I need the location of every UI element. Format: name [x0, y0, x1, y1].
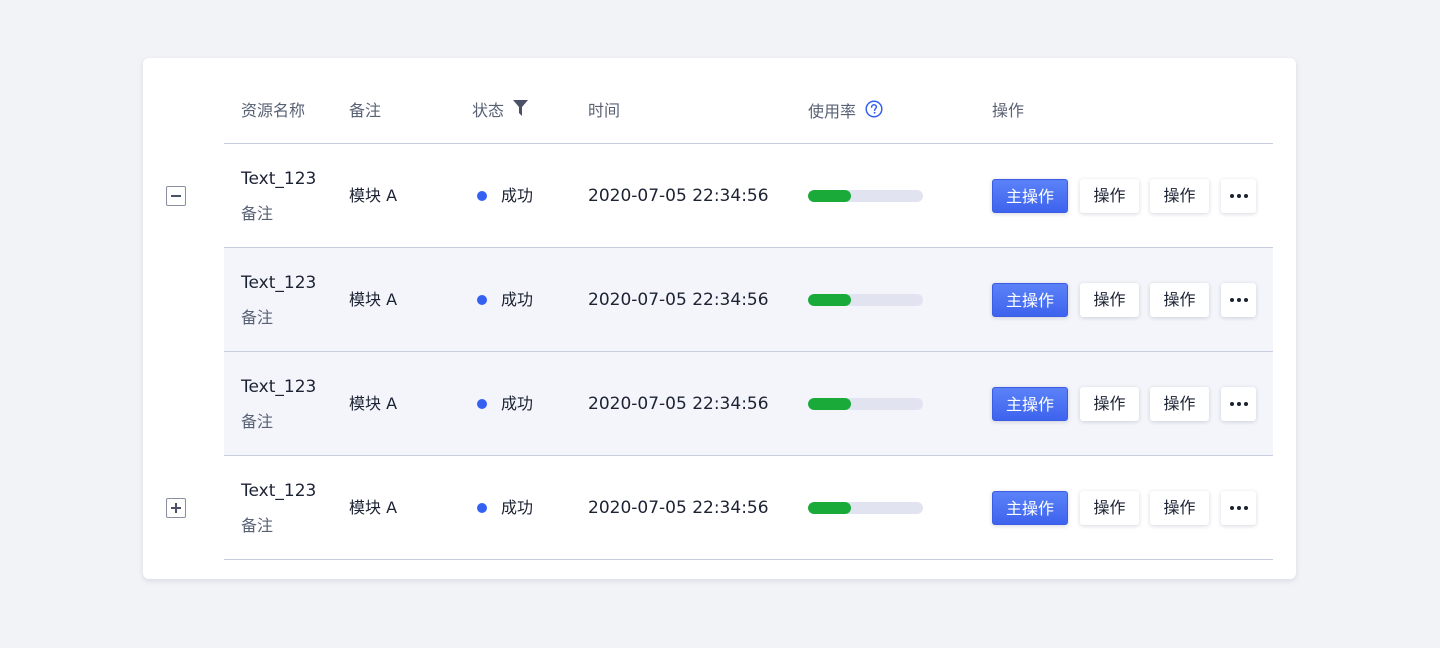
- resource-remark: 备注: [241, 308, 274, 327]
- action-button[interactable]: 操作: [1080, 491, 1139, 525]
- more-dot: [1243, 298, 1248, 302]
- column-header-note: 备注: [349, 101, 382, 120]
- module-cell: 模块 A: [349, 498, 398, 517]
- usage-bar: [808, 398, 923, 410]
- more-dot: [1243, 506, 1248, 510]
- usage-bar-fill: [808, 190, 851, 202]
- more-actions-button[interactable]: [1221, 491, 1256, 525]
- action-button[interactable]: 操作: [1080, 179, 1139, 213]
- column-header-usage: 使用率: [808, 100, 883, 124]
- column-header-status: 状态: [472, 100, 529, 122]
- usage-bar-fill: [808, 294, 851, 306]
- table-row: Text_123 备注 模块 A 成功 2020-07-05 22:34:56 …: [166, 144, 1273, 248]
- usage-bar: [808, 190, 923, 202]
- usage-bar: [808, 294, 923, 306]
- status-cell: 成功: [477, 289, 533, 311]
- primary-action-button[interactable]: 主操作: [992, 491, 1068, 525]
- status-label: 成功: [501, 186, 534, 205]
- resource-remark: 备注: [241, 516, 274, 535]
- resource-remark: 备注: [241, 412, 274, 431]
- primary-action-button[interactable]: 主操作: [992, 179, 1068, 213]
- action-button[interactable]: 操作: [1150, 283, 1209, 317]
- status-dot: [477, 503, 487, 513]
- more-dot: [1243, 194, 1248, 198]
- minus-square-icon: [171, 195, 181, 197]
- table-row: Text_123 备注 模块 A 成功 2020-07-05 22:34:56 …: [224, 248, 1273, 352]
- status-dot: [477, 191, 487, 201]
- filter-icon[interactable]: [513, 100, 529, 122]
- more-horizontal-icon: [1229, 298, 1234, 302]
- status-label: 成功: [501, 498, 534, 517]
- more-horizontal-icon: [1229, 402, 1234, 406]
- action-button[interactable]: 操作: [1150, 387, 1209, 421]
- plus-vertical-stroke: [175, 503, 177, 513]
- resource-table: 资源名称 备注 状态 时间 使用率 操作 Text_123 备注 模块 A 成功…: [166, 58, 1273, 560]
- status-dot: [477, 295, 487, 305]
- expand-row-button[interactable]: [166, 498, 186, 518]
- status-label: 成功: [501, 394, 534, 413]
- time-cell: 2020-07-05 22:34:56: [588, 186, 769, 206]
- status-label: 成功: [501, 290, 534, 309]
- action-button[interactable]: 操作: [1150, 491, 1209, 525]
- primary-action-button[interactable]: 主操作: [992, 283, 1068, 317]
- more-horizontal-icon: [1229, 506, 1234, 510]
- module-cell: 模块 A: [349, 394, 398, 413]
- column-header-time: 时间: [588, 101, 621, 120]
- table-row: Text_123 备注 模块 A 成功 2020-07-05 22:34:56 …: [166, 456, 1273, 560]
- more-horizontal-icon: [1229, 194, 1234, 198]
- collapse-row-button[interactable]: [166, 186, 186, 206]
- resource-table-card: 资源名称 备注 状态 时间 使用率 操作 Text_123 备注 模块 A 成功…: [143, 58, 1296, 579]
- status-cell: 成功: [477, 185, 533, 207]
- resource-remark: 备注: [241, 204, 274, 223]
- usage-bar-fill: [808, 502, 851, 514]
- module-cell: 模块 A: [349, 290, 398, 309]
- table-header: 资源名称 备注 状态 时间 使用率 操作: [224, 58, 1273, 144]
- action-button[interactable]: 操作: [1150, 179, 1209, 213]
- more-dot: [1236, 194, 1241, 198]
- resource-name: Text_123: [241, 169, 317, 189]
- status-cell: 成功: [477, 393, 533, 415]
- more-actions-button[interactable]: [1221, 283, 1256, 317]
- time-cell: 2020-07-05 22:34:56: [588, 290, 769, 310]
- more-actions-button[interactable]: [1221, 179, 1256, 213]
- resource-name: Text_123: [241, 377, 317, 397]
- status-cell: 成功: [477, 497, 533, 519]
- primary-action-button[interactable]: 主操作: [992, 387, 1068, 421]
- action-button[interactable]: 操作: [1080, 387, 1139, 421]
- action-button[interactable]: 操作: [1080, 283, 1139, 317]
- resource-name: Text_123: [241, 481, 317, 501]
- usage-bar-fill: [808, 398, 851, 410]
- help-circle-icon[interactable]: [865, 100, 883, 124]
- time-cell: 2020-07-05 22:34:56: [588, 498, 769, 518]
- more-actions-button[interactable]: [1221, 387, 1256, 421]
- more-dot: [1236, 402, 1241, 406]
- column-header-name: 资源名称: [241, 101, 306, 120]
- table-row: Text_123 备注 模块 A 成功 2020-07-05 22:34:56 …: [224, 352, 1273, 456]
- more-dot: [1236, 298, 1241, 302]
- status-dot: [477, 399, 487, 409]
- module-cell: 模块 A: [349, 186, 398, 205]
- more-dot: [1243, 402, 1248, 406]
- column-header-actions: 操作: [992, 101, 1025, 120]
- time-cell: 2020-07-05 22:34:56: [588, 394, 769, 414]
- resource-name: Text_123: [241, 273, 317, 293]
- usage-bar: [808, 502, 923, 514]
- more-dot: [1236, 506, 1241, 510]
